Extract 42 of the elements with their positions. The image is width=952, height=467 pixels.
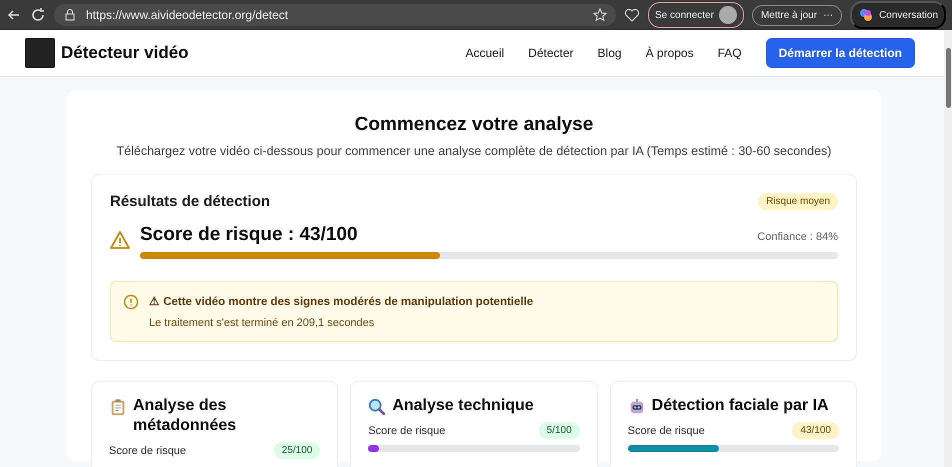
update-button[interactable]: Mettre à jour ··· <box>752 4 842 26</box>
warning-icon <box>110 230 130 250</box>
reload-icon[interactable] <box>30 7 46 23</box>
nav-link[interactable]: FAQ <box>718 46 742 60</box>
score-label: Score de risque <box>628 424 705 436</box>
processing-time: Le traitement s'est terminé en 209,1 secondes <box>149 317 376 329</box>
conversation-button[interactable]: Conversation <box>850 1 946 29</box>
logo-icon <box>25 38 55 68</box>
score-pill: 25/100 <box>274 442 320 459</box>
nav-link[interactable]: À propos <box>646 46 694 60</box>
nav-link[interactable]: Détecter <box>528 46 574 60</box>
star-icon[interactable] <box>592 7 608 23</box>
score-pill: 43/100 <box>792 422 839 439</box>
url-text: https://www.aivideodetector.org/detect <box>86 8 290 22</box>
sign-in-button[interactable]: Se connecter <box>648 2 744 28</box>
heart-icon[interactable] <box>624 7 640 23</box>
score-label: Score de risque <box>368 424 446 436</box>
magnifier-icon <box>368 398 386 416</box>
copilot-icon <box>858 7 874 23</box>
page-subtitle: Téléchargez votre vidéo ci-dessous pour commencer une analyse complète de détection par IA (Temps estimé : 30-60 secondes) <box>116 144 832 158</box>
clipboard-icon <box>109 398 127 416</box>
more-text: ··· <box>823 10 834 20</box>
scrollbar-thumb[interactable] <box>946 48 951 108</box>
nav-link[interactable]: Blog <box>598 46 622 60</box>
score-label: Score de risque <box>109 444 186 456</box>
score-pill: 5/100 <box>538 422 580 439</box>
nav-link[interactable]: Accueil <box>465 46 504 60</box>
info-icon <box>123 294 139 310</box>
avatar-icon <box>718 6 737 24</box>
card-title: Analyse des métadonnées <box>133 396 238 436</box>
start-detection-button[interactable]: Démarrer la détection <box>766 38 915 68</box>
card-title: Analyse technique <box>392 396 534 416</box>
robot-icon <box>628 398 646 416</box>
results-title: Résultats de détection <box>110 193 270 210</box>
risk-badge: Risque moyen <box>758 193 838 210</box>
card-title: Détection faciale par IA <box>652 396 829 416</box>
page-title: Commencez votre analyse <box>354 114 594 136</box>
brand-name: Détecteur vidéo <box>61 43 190 63</box>
risk-score: Score de risque : 43/100 <box>140 224 358 246</box>
confidence-text: Confiance : 84% <box>757 231 838 243</box>
address-bar[interactable]: https://www.aivideodetector.org/detect <box>54 4 616 26</box>
alert-message: ⚠ Cette vidéo montre des signes modérés de manipulation potentielle <box>149 295 534 308</box>
